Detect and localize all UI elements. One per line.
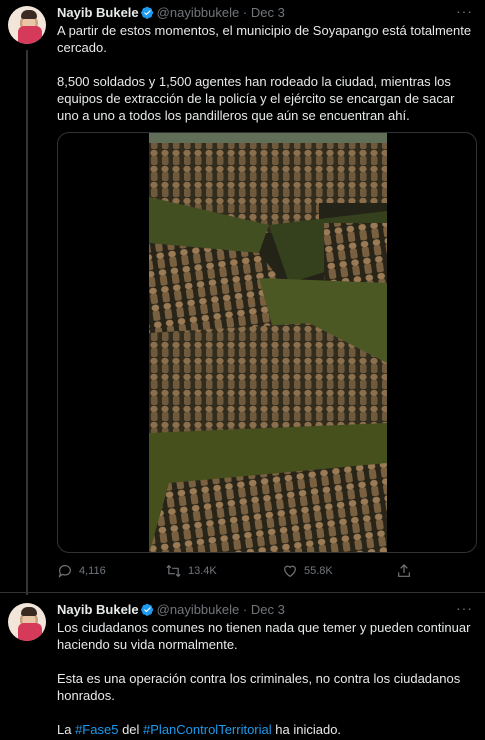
tweet-paragraph: 8,500 soldados y 1,500 agentes han rodea… <box>57 74 455 123</box>
author-handle[interactable]: @nayibbukele <box>157 602 240 617</box>
avatar[interactable] <box>8 603 46 641</box>
video-frame[interactable] <box>149 133 387 552</box>
thread-connector <box>26 50 28 595</box>
reply-icon <box>58 565 71 578</box>
tweet-text: A partir de estos momentos, el municipio… <box>57 22 475 124</box>
author-name[interactable]: Nayib Bukele <box>57 602 139 617</box>
tweet-actions: 4,116 13.4K 55.8K <box>57 563 477 583</box>
retweet-count: 13.4K <box>188 565 217 577</box>
author-handle[interactable]: @nayibbukele <box>157 5 240 20</box>
avatar[interactable] <box>8 6 46 44</box>
verified-badge-icon <box>140 6 154 23</box>
share-button[interactable] <box>396 563 418 579</box>
retweet-icon <box>166 564 181 578</box>
tweet-1[interactable]: Nayib Bukele @nayibbukele · Dec 3 ··· A p… <box>0 0 485 595</box>
hashtag-link[interactable]: #Fase5 <box>75 722 118 737</box>
tweet-paragraph: La #Fase5 del #PlanControlTerritorial ha… <box>57 722 342 737</box>
tweet-date[interactable]: Dec 3 <box>251 602 285 617</box>
reply-count: 4,116 <box>79 565 106 577</box>
tweet-header: Nayib Bukele @nayibbukele · Dec 3 <box>57 602 285 620</box>
like-count: 55.8K <box>304 565 333 577</box>
more-icon[interactable]: ··· <box>456 600 473 616</box>
tweet-date[interactable]: Dec 3 <box>251 5 285 20</box>
verified-badge-icon <box>140 603 154 620</box>
like-button[interactable]: 55.8K <box>282 563 333 579</box>
share-icon <box>398 564 410 577</box>
heart-icon <box>284 565 296 578</box>
tweet-header: Nayib Bukele @nayibbukele · Dec 3 <box>57 5 285 23</box>
hashtag-link[interactable]: #PlanControlTerritorial <box>143 722 272 737</box>
tweet-paragraph: A partir de estos momentos, el municipio… <box>57 23 472 55</box>
author-name[interactable]: Nayib Bukele <box>57 5 139 20</box>
tweet-paragraph: Los ciudadanos comunes no tienen nada qu… <box>57 620 471 652</box>
tweet-paragraph: Esta es una operación contra los crimina… <box>57 671 461 703</box>
video-player[interactable] <box>57 132 477 553</box>
reply-button[interactable]: 4,116 <box>57 563 106 579</box>
tweet-2[interactable]: Nayib Bukele @nayibbukele · Dec 3 ··· Los… <box>0 592 485 740</box>
retweet-button[interactable]: 13.4K <box>165 563 217 579</box>
tweet-text: Los ciudadanos comunes no tienen nada qu… <box>57 619 475 738</box>
more-icon[interactable]: ··· <box>456 3 473 19</box>
